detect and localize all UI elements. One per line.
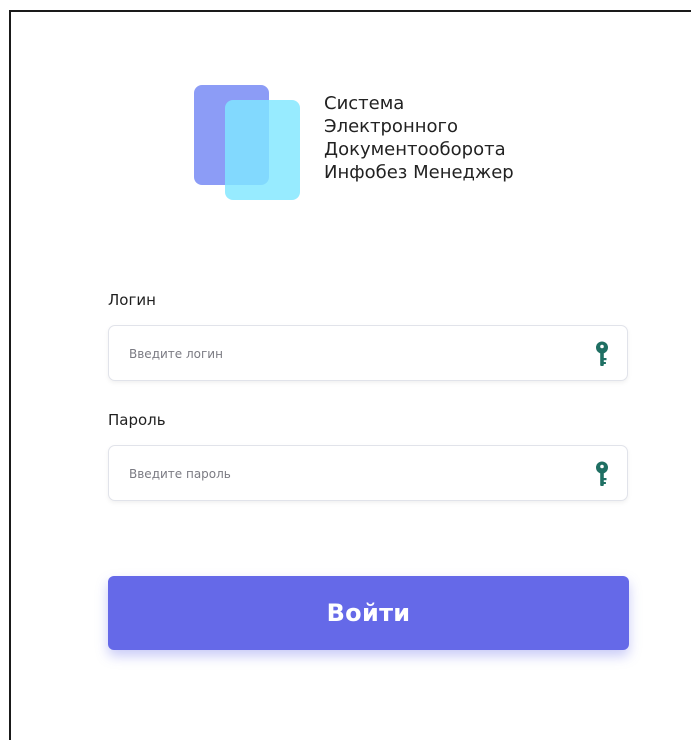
login-window: Система Электронного Документооборота Ин…	[9, 10, 691, 740]
login-submit-button[interactable]: Войти	[108, 576, 629, 650]
system-title-line-1: Система	[324, 93, 405, 114]
stacked-squares-logo	[194, 85, 304, 205]
login-label: Логин	[108, 291, 156, 309]
login-field[interactable]	[108, 325, 628, 382]
system-title: Система Электронного Документооборота Ин…	[324, 92, 514, 184]
password-label: Пароль	[108, 411, 166, 429]
key-icon	[596, 461, 608, 486]
login-input[interactable]	[127, 326, 571, 382]
system-title-line-3: Документооборота	[324, 139, 506, 160]
logo-front-square	[225, 100, 300, 200]
key-icon	[596, 341, 608, 366]
password-field[interactable]	[108, 445, 628, 502]
system-title-line-2: Электронного	[324, 116, 458, 137]
system-title-line-4: Инфобез Менеджер	[324, 162, 514, 183]
password-input[interactable]	[127, 446, 571, 502]
